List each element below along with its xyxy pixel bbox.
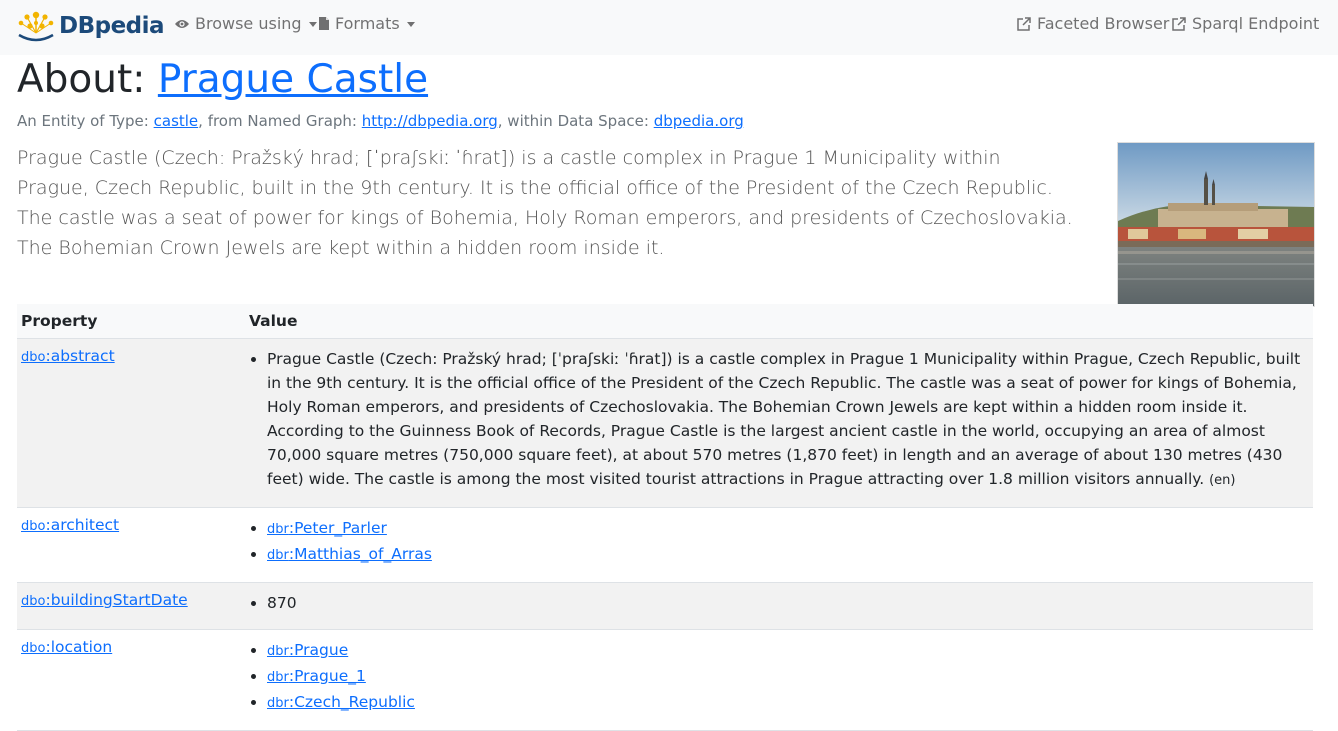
formats-dropdown[interactable]: Formats	[318, 14, 415, 33]
space-prefix: , within Data Space:	[497, 112, 649, 130]
value-link-prague[interactable]: dbr:Prague	[267, 641, 348, 659]
title-prefix: About:	[17, 57, 146, 102]
value-cell: 870	[245, 582, 1313, 630]
value-cell: dbr:Peter_Parler dbr:Matthias_of_Arras	[245, 507, 1313, 583]
external-link-icon	[1172, 16, 1186, 31]
data-space-link[interactable]: dbpedia.org	[654, 112, 744, 130]
value-list: Prague Castle (Czech: Pražský hrad; [ˈpr…	[249, 347, 1309, 493]
property-link-location[interactable]: dbo:location	[21, 638, 112, 656]
navbar: DBpedia Browse using Formats Faceted Bro…	[0, 0, 1338, 55]
list-item: dbr:Peter_Parler	[267, 516, 1309, 542]
value-link-czech-republic[interactable]: dbr:Czech_Republic	[267, 693, 415, 711]
value-list: 870	[249, 591, 1309, 615]
eye-icon	[175, 19, 189, 28]
value-list: dbr:Peter_Parler dbr:Matthias_of_Arras	[249, 516, 1309, 568]
value-link-peter-parler[interactable]: dbr:Peter_Parler	[267, 519, 387, 537]
table-header-row: Property Value	[17, 304, 1313, 339]
column-header-value: Value	[245, 304, 1313, 339]
property-cell: dbo:architect	[17, 507, 245, 583]
sparql-endpoint-label: Sparql Endpoint	[1192, 14, 1320, 33]
value-link-prague-1[interactable]: dbr:Prague_1	[267, 667, 366, 685]
list-item: 870	[267, 591, 1309, 615]
property-link-building-start-date[interactable]: dbo:buildingStartDate	[21, 591, 188, 609]
faceted-browser-link[interactable]: Faceted Browser	[1016, 14, 1169, 33]
graph-prefix: , from Named Graph:	[198, 112, 357, 130]
abstract-text: Prague Castle (Czech: Pražský hrad; [ˈpr…	[267, 350, 1301, 488]
value-link-matthias-of-arras[interactable]: dbr:Matthias_of_Arras	[267, 545, 432, 563]
entity-description: Prague Castle (Czech: Pražský hrad; [ˈpr…	[17, 147, 1073, 259]
chevron-down-icon	[308, 22, 317, 27]
entity-thumbnail[interactable]	[1117, 142, 1315, 307]
table-row: dbo:buildingStartDate 870	[17, 582, 1313, 630]
type-prefix: An Entity of Type:	[17, 112, 149, 130]
value-list: dbr:Prague dbr:Prague_1 dbr:Czech_Republ…	[249, 638, 1309, 716]
property-cell: dbo:location	[17, 629, 245, 731]
chevron-down-icon	[406, 22, 415, 27]
page-title: About: Prague Castle	[17, 56, 428, 104]
entity-title-link[interactable]: Prague Castle	[158, 57, 428, 102]
table-row: dbo:location dbr:Prague dbr:Prague_1 dbr…	[17, 629, 1313, 731]
list-item: dbr:Czech_Republic	[267, 690, 1309, 716]
browse-using-label: Browse using	[195, 14, 302, 33]
brand-link[interactable]: DBpedia	[17, 8, 165, 44]
named-graph-link[interactable]: http://dbpedia.org	[362, 112, 498, 130]
type-link[interactable]: castle	[154, 112, 199, 130]
sparql-endpoint-link[interactable]: Sparql Endpoint	[1171, 14, 1319, 33]
property-link-architect[interactable]: dbo:architect	[21, 516, 119, 534]
list-item: dbr:Prague_1	[267, 664, 1309, 690]
list-item: Prague Castle (Czech: Pražský hrad; [ˈpr…	[267, 347, 1309, 493]
property-cell: dbo:buildingStartDate	[17, 582, 245, 630]
table-row: dbo:abstract Prague Castle (Czech: Pražs…	[17, 338, 1313, 508]
value-cell: dbr:Prague dbr:Prague_1 dbr:Czech_Republ…	[245, 629, 1313, 731]
language-tag: (en)	[1209, 473, 1236, 488]
table-row: dbo:architect dbr:Peter_Parler dbr:Matth…	[17, 507, 1313, 583]
formats-label: Formats	[335, 14, 400, 33]
property-table: Property Value dbo:abstract Prague Castl…	[17, 304, 1313, 731]
list-item: dbr:Matthias_of_Arras	[267, 542, 1309, 568]
faceted-browser-label: Faceted Browser	[1037, 14, 1170, 33]
list-item: dbr:Prague	[267, 638, 1309, 664]
external-link-icon	[1017, 16, 1031, 31]
column-header-property: Property	[17, 304, 245, 339]
brand-name: DBpedia	[59, 13, 165, 39]
property-link-abstract[interactable]: dbo:abstract	[21, 347, 115, 365]
browse-using-dropdown[interactable]: Browse using	[174, 14, 317, 33]
value-cell: Prague Castle (Czech: Pražský hrad; [ˈpr…	[245, 338, 1313, 508]
dbpedia-logo-icon	[18, 11, 54, 42]
castle-photo	[1118, 143, 1314, 306]
file-icon	[319, 17, 329, 30]
entity-meta: An Entity of Type: castle, from Named Gr…	[17, 112, 744, 130]
property-cell: dbo:abstract	[17, 338, 245, 508]
